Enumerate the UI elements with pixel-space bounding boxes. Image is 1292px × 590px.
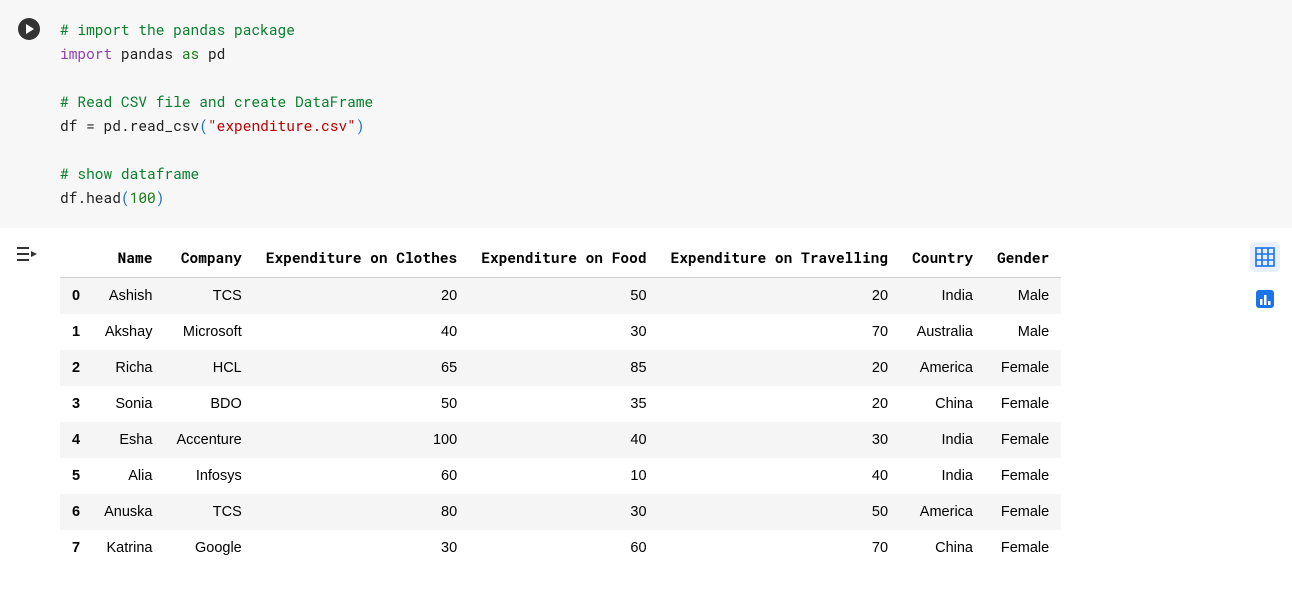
cell: Akshay bbox=[92, 314, 164, 350]
column-header: Expenditure on Food bbox=[469, 238, 658, 278]
column-header: Expenditure on Clothes bbox=[254, 238, 469, 278]
cell: Google bbox=[164, 530, 253, 566]
dataframe-table: NameCompanyExpenditure on ClothesExpendi… bbox=[60, 238, 1061, 566]
cell: 20 bbox=[659, 386, 901, 422]
cell: 60 bbox=[469, 530, 658, 566]
cell: 50 bbox=[254, 386, 469, 422]
cell: Female bbox=[985, 350, 1061, 386]
cell: 50 bbox=[469, 278, 658, 315]
cell: 30 bbox=[469, 314, 658, 350]
row-index: 6 bbox=[60, 494, 92, 530]
row-index: 2 bbox=[60, 350, 92, 386]
cell: 40 bbox=[659, 458, 901, 494]
output-side-tools bbox=[1232, 238, 1292, 566]
cell: TCS bbox=[164, 278, 253, 315]
row-index: 3 bbox=[60, 386, 92, 422]
row-index: 0 bbox=[60, 278, 92, 315]
cell: Alia bbox=[92, 458, 164, 494]
cell: China bbox=[900, 530, 985, 566]
table-row: 5AliaInfosys601040IndiaFemale bbox=[60, 458, 1061, 494]
column-header: Name bbox=[92, 238, 164, 278]
cell: 20 bbox=[659, 350, 901, 386]
cell: Australia bbox=[900, 314, 985, 350]
cell: Female bbox=[985, 494, 1061, 530]
cell: TCS bbox=[164, 494, 253, 530]
column-header: Country bbox=[900, 238, 985, 278]
table-row: 2RichaHCL658520AmericaFemale bbox=[60, 350, 1061, 386]
cell: 35 bbox=[469, 386, 658, 422]
cell: Female bbox=[985, 530, 1061, 566]
code-editor[interactable]: # import the pandas package import panda… bbox=[60, 8, 1292, 220]
cell: Anuska bbox=[92, 494, 164, 530]
cell: India bbox=[900, 422, 985, 458]
cell: 60 bbox=[254, 458, 469, 494]
cell-gutter bbox=[0, 8, 60, 220]
cell: 85 bbox=[469, 350, 658, 386]
cell: Ashish bbox=[92, 278, 164, 315]
table-row: 3SoniaBDO503520ChinaFemale bbox=[60, 386, 1061, 422]
cell: 70 bbox=[659, 314, 901, 350]
cell: Katrina bbox=[92, 530, 164, 566]
index-header bbox=[60, 238, 92, 278]
cell: 70 bbox=[659, 530, 901, 566]
cell: Accenture bbox=[164, 422, 253, 458]
cell: 40 bbox=[254, 314, 469, 350]
cell: 30 bbox=[659, 422, 901, 458]
cell: America bbox=[900, 350, 985, 386]
cell: HCL bbox=[164, 350, 253, 386]
cell: Sonia bbox=[92, 386, 164, 422]
cell: 30 bbox=[254, 530, 469, 566]
table-row: 1AkshayMicrosoft403070AustraliaMale bbox=[60, 314, 1061, 350]
chart-view-icon[interactable] bbox=[1250, 284, 1280, 314]
column-header: Expenditure on Travelling bbox=[659, 238, 901, 278]
cell: Esha bbox=[92, 422, 164, 458]
cell: 65 bbox=[254, 350, 469, 386]
table-row: 6AnuskaTCS803050AmericaFemale bbox=[60, 494, 1061, 530]
toggle-output-icon[interactable] bbox=[14, 242, 38, 266]
cell: 50 bbox=[659, 494, 901, 530]
run-cell-button[interactable] bbox=[18, 18, 40, 40]
dataframe-output: NameCompanyExpenditure on ClothesExpendi… bbox=[60, 238, 1232, 566]
cell: Female bbox=[985, 422, 1061, 458]
cell: Female bbox=[985, 458, 1061, 494]
column-header: Company bbox=[164, 238, 253, 278]
code-cell: # import the pandas package import panda… bbox=[0, 0, 1292, 228]
cell: India bbox=[900, 278, 985, 315]
table-row: 4EshaAccenture1004030IndiaFemale bbox=[60, 422, 1061, 458]
output-gutter bbox=[0, 238, 60, 566]
row-index: 5 bbox=[60, 458, 92, 494]
row-index: 1 bbox=[60, 314, 92, 350]
table-row: 0AshishTCS205020IndiaMale bbox=[60, 278, 1061, 315]
cell: Richa bbox=[92, 350, 164, 386]
cell: 20 bbox=[659, 278, 901, 315]
cell: America bbox=[900, 494, 985, 530]
cell: 30 bbox=[469, 494, 658, 530]
row-index: 7 bbox=[60, 530, 92, 566]
cell: 80 bbox=[254, 494, 469, 530]
cell: China bbox=[900, 386, 985, 422]
row-index: 4 bbox=[60, 422, 92, 458]
cell: BDO bbox=[164, 386, 253, 422]
cell: 100 bbox=[254, 422, 469, 458]
cell: India bbox=[900, 458, 985, 494]
output-area: NameCompanyExpenditure on ClothesExpendi… bbox=[0, 228, 1292, 566]
cell: Male bbox=[985, 278, 1061, 315]
table-row: 7KatrinaGoogle306070ChinaFemale bbox=[60, 530, 1061, 566]
cell: Female bbox=[985, 386, 1061, 422]
table-view-icon[interactable] bbox=[1250, 242, 1280, 272]
cell: 20 bbox=[254, 278, 469, 315]
column-header: Gender bbox=[985, 238, 1061, 278]
cell: 40 bbox=[469, 422, 658, 458]
cell: Infosys bbox=[164, 458, 253, 494]
cell: Male bbox=[985, 314, 1061, 350]
cell: 10 bbox=[469, 458, 658, 494]
cell: Microsoft bbox=[164, 314, 253, 350]
